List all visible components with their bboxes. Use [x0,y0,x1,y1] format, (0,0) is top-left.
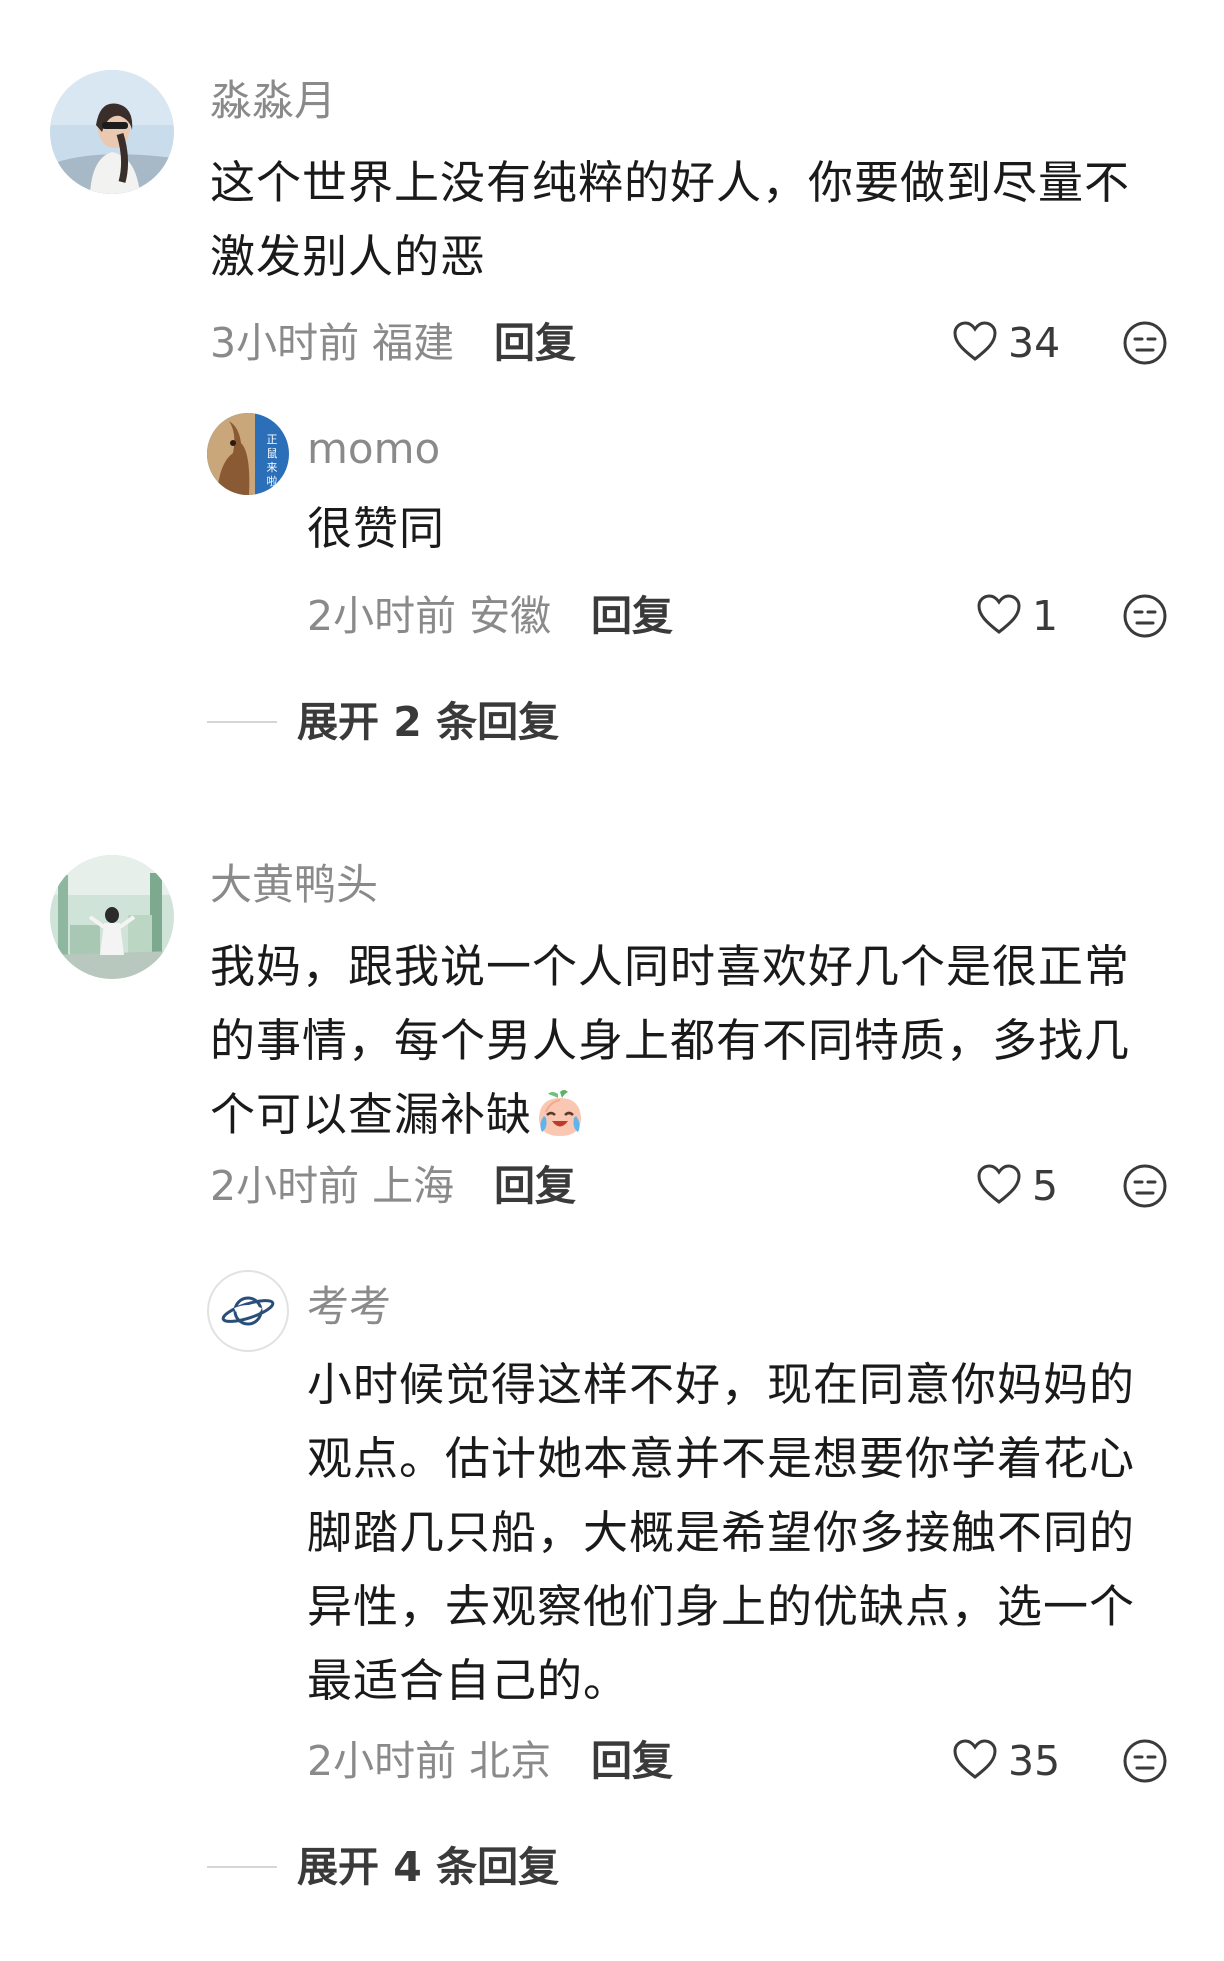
crying-laughing-peach-emoji-icon [534,1088,586,1140]
reply-time-location: 2小时前 安徽 [307,592,552,640]
avatar[interactable] [50,855,174,979]
like-button[interactable]: 34 [952,318,1060,368]
heart-icon [976,593,1022,639]
comment-text: 我妈，跟我说一个人同时喜欢好几个是很正常的事情，每个男人身上都有不同特质，多找几… [210,930,1170,1152]
heart-icon [952,1738,998,1784]
reply-button[interactable]: 回复 [591,591,673,641]
emoji-reaction-icon[interactable] [1122,320,1168,366]
like-button[interactable]: 1 [976,591,1058,641]
emoji-reaction-icon[interactable] [1122,1163,1168,1209]
comment-text: 这个世界上没有纯粹的好人，你要做到尽量不激发别人的恶 [210,156,1131,283]
expand-replies-label: 展开 4 条回复 [297,1843,560,1891]
divider-line [207,721,277,723]
username[interactable]: momo [307,424,440,474]
like-button[interactable]: 35 [952,1736,1060,1786]
username[interactable]: 大黄鸭头 [210,860,378,910]
like-count: 34 [1008,319,1061,367]
svg-text:鼠: 鼠 [267,446,278,460]
reply-text: 很赞同 [307,502,446,555]
svg-text:啦: 啦 [267,474,278,488]
divider-line [207,1866,277,1868]
avatar[interactable] [50,70,174,194]
expand-replies-label: 展开 2 条回复 [297,698,560,746]
comment-text-content: 我妈，跟我说一个人同时喜欢好几个是很正常的事情，每个男人身上都有不同特质，多找几… [210,940,1131,1141]
username[interactable]: 考考 [307,1282,391,1332]
reply-button[interactable]: 回复 [494,318,576,368]
svg-text:正: 正 [267,433,278,446]
like-count: 35 [1008,1737,1061,1785]
reply-button[interactable]: 回复 [591,1736,673,1786]
emoji-reaction-icon[interactable] [1122,1738,1168,1784]
comment-time-location: 3小时前 福建 [210,319,455,367]
expand-replies-button[interactable]: 展开 2 条回复 [207,697,559,747]
svg-text:来: 来 [267,461,278,474]
reply-button[interactable]: 回复 [494,1161,576,1211]
username[interactable]: 淼淼月 [210,76,336,126]
like-count: 5 [1032,1162,1059,1210]
avatar[interactable]: 正 鼠 来 啦 [207,413,289,495]
expand-replies-button[interactable]: 展开 4 条回复 [207,1842,559,1892]
reply-text: 小时候觉得这样不好，现在同意你妈妈的观点。估计她本意并不是想要你学着花心脚踏几只… [307,1358,1136,1707]
like-count: 1 [1032,592,1059,640]
heart-icon [952,320,998,366]
planet-icon [221,1296,275,1326]
reply-time-location: 2小时前 北京 [307,1737,552,1785]
heart-icon [976,1163,1022,1209]
comment-time-location: 2小时前 上海 [210,1162,455,1210]
like-button[interactable]: 5 [976,1161,1058,1211]
avatar[interactable] [207,1270,289,1352]
emoji-reaction-icon[interactable] [1122,593,1168,639]
